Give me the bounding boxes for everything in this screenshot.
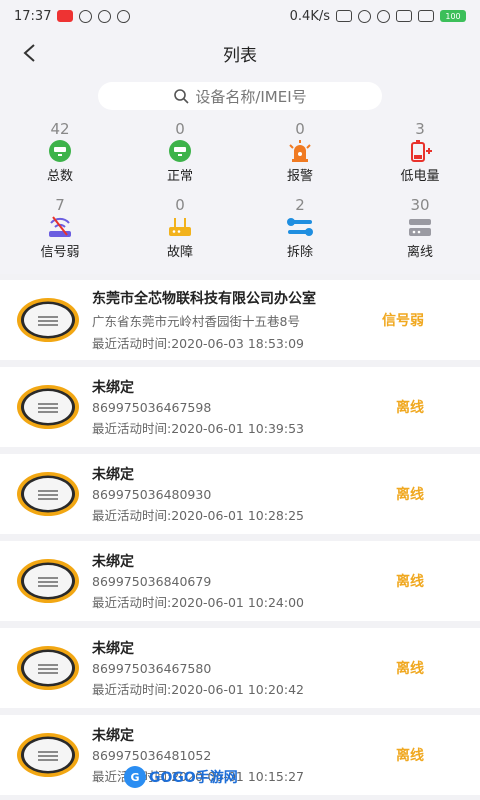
list-item[interactable]: 未绑定 869975036840679 最近活动时间:2020-06-01 10…	[0, 541, 480, 621]
device-imei: 869975036840679	[92, 574, 212, 589]
device-last-active: 最近活动时间:2020-06-01 10:24:00	[92, 595, 304, 610]
list-item[interactable]: 未绑定 869975036480930 最近活动时间:2020-06-01 10…	[0, 454, 480, 534]
stat-count: 0	[175, 196, 185, 214]
device-address: 广东省东莞市元岭村香园街十五巷8号	[92, 314, 300, 329]
stat-count: 0	[295, 120, 305, 138]
device-imei: 869975036467580	[92, 661, 212, 676]
toggle-icon	[336, 10, 352, 22]
offline-device-icon	[409, 219, 431, 236]
device-last-active: 最近活动时间:2020-06-03 18:53:09	[92, 336, 304, 351]
search-placeholder: 设备名称/IMEI号	[195, 87, 307, 106]
stat-count: 42	[50, 120, 70, 138]
stat-label: 拆除	[286, 245, 313, 260]
watermark: G GOGO手游网	[124, 766, 238, 788]
status-badge: 离线	[396, 574, 424, 590]
device-name: 东莞市全芯物联科技有限公司办公室	[92, 291, 316, 307]
bluetooth-icon	[358, 9, 371, 23]
list-item[interactable]: 未绑定 869975036467580 最近活动时间:2020-06-01 10…	[0, 628, 480, 708]
smoke-detector-icon	[17, 646, 79, 690]
smoke-detector-icon	[17, 298, 79, 342]
smoke-detector-icon	[17, 385, 79, 429]
back-button[interactable]	[14, 38, 44, 68]
search-icon	[174, 89, 189, 104]
status-badge: 离线	[396, 400, 424, 416]
nav-bar: 列表	[0, 32, 480, 74]
device-green-icon	[169, 140, 191, 162]
stat-total[interactable]: 42 总数	[0, 120, 120, 192]
stat-label: 低电量	[400, 169, 440, 184]
status-bar: 17:37 0.4K/s 100	[0, 0, 480, 32]
stat-label: 离线	[406, 245, 433, 260]
smoke-detector-icon	[17, 472, 79, 516]
chevron-left-icon	[23, 44, 35, 62]
device-name: 未绑定	[92, 380, 134, 396]
status-time: 17:37	[14, 8, 52, 24]
notification-icon	[57, 10, 74, 22]
status-badge: 离线	[396, 661, 424, 677]
stat-label: 报警	[286, 169, 313, 184]
stat-weak-signal[interactable]: 7 信号弱	[0, 196, 120, 268]
device-name: 未绑定	[92, 467, 134, 483]
device-imei: 869975036481052	[92, 748, 212, 763]
stat-offline[interactable]: 30 离线	[360, 196, 480, 268]
status-bar-left: 17:37	[14, 8, 131, 24]
device-last-active: 最近活动时间:2020-06-01 10:28:25	[92, 508, 304, 523]
smoke-detector-icon	[17, 733, 79, 777]
stat-count: 2	[295, 196, 305, 214]
alarm-clock-icon	[377, 9, 390, 23]
stat-fault[interactable]: 0 故障	[120, 196, 240, 268]
list-item[interactable]: 未绑定 869975036467598 最近活动时间:2020-06-01 10…	[0, 367, 480, 447]
list-item[interactable]: 未绑定 869975036481052 最近活动时间:2020-06-01 10…	[0, 715, 480, 795]
weak-signal-icon	[49, 216, 71, 237]
stat-label: 正常	[166, 169, 193, 184]
device-last-active: 最近活动时间:2020-06-01 10:20:42	[92, 682, 304, 697]
tools-icon	[287, 218, 313, 236]
battery-icon: 100	[440, 10, 466, 22]
app-notification-icon-3	[117, 9, 131, 23]
stat-count: 0	[175, 120, 185, 138]
search-input[interactable]: 设备名称/IMEI号	[98, 82, 382, 110]
page-title: 列表	[223, 45, 257, 66]
device-imei: 869975036467598	[92, 400, 212, 415]
fault-router-icon	[169, 218, 191, 236]
low-battery-icon	[411, 140, 432, 162]
signal-icon	[418, 10, 434, 22]
stat-count: 30	[410, 196, 430, 214]
summary-panel: 设备名称/IMEI号 42 总数 0 正常 0 报警 3 低电量 7 信号弱 0…	[0, 74, 480, 274]
network-speed: 0.4K/s	[289, 8, 330, 24]
stat-label: 故障	[166, 245, 193, 260]
stat-label: 信号弱	[40, 245, 80, 260]
app-notification-icon-2	[98, 9, 112, 23]
stat-alarm[interactable]: 0 报警	[240, 120, 360, 192]
device-imei: 869975036480930	[92, 487, 212, 502]
watermark-text: GOGO手游网	[149, 770, 238, 786]
stat-removed[interactable]: 2 拆除	[240, 196, 360, 268]
status-badge: 离线	[396, 487, 424, 503]
stat-low-battery[interactable]: 3 低电量	[360, 120, 480, 192]
list-item[interactable]: 东莞市全芯物联科技有限公司办公室 广东省东莞市元岭村香园街十五巷8号 最近活动时…	[0, 280, 480, 360]
status-bar-right: 0.4K/s 100	[290, 9, 466, 24]
device-list: 东莞市全芯物联科技有限公司办公室 广东省东莞市元岭村香园街十五巷8号 最近活动时…	[0, 274, 480, 795]
device-name: 未绑定	[92, 554, 134, 570]
alarm-bell-icon	[289, 140, 311, 162]
watermark-logo-icon: G	[124, 766, 146, 788]
status-badge: 离线	[396, 748, 424, 764]
smoke-detector-icon	[17, 559, 79, 603]
device-green-icon	[49, 140, 71, 162]
device-name: 未绑定	[92, 641, 134, 657]
stat-count: 7	[55, 196, 65, 214]
app-notification-icon	[79, 9, 93, 23]
stat-label: 总数	[46, 169, 73, 184]
stat-count: 3	[415, 120, 425, 138]
hd-icon	[396, 10, 412, 22]
device-last-active: 最近活动时间:2020-06-01 10:39:53	[92, 421, 304, 436]
device-name: 未绑定	[92, 728, 134, 744]
stats-grid: 42 总数 0 正常 0 报警 3 低电量 7 信号弱 0 故障 2 拆除 30…	[0, 120, 480, 268]
status-badge: 信号弱	[382, 313, 424, 329]
stat-normal[interactable]: 0 正常	[120, 120, 240, 192]
